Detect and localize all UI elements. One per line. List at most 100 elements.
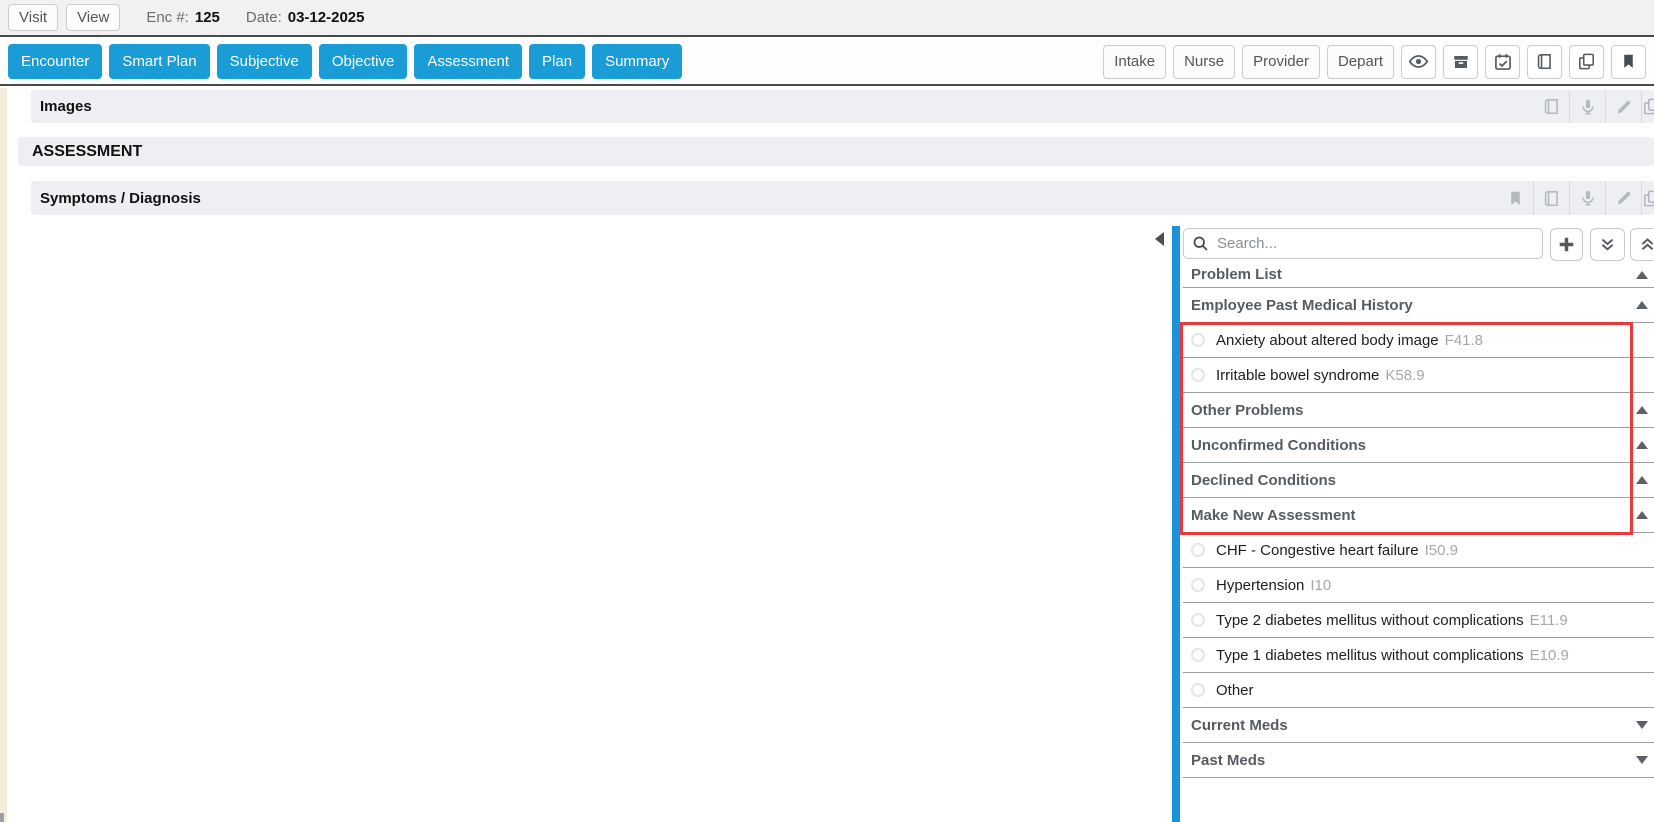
- diagnosis-label: CHF - Congestive heart failure: [1216, 542, 1419, 559]
- archive-icon: [1452, 53, 1470, 71]
- problem-list: Problem List Employee Past Medical Histor…: [1183, 262, 1654, 778]
- list-item-type-2-diabetes-mellitus-without-complications[interactable]: Type 2 diabetes mellitus without complic…: [1183, 603, 1654, 638]
- bookmark-icon[interactable]: [1497, 181, 1533, 215]
- copy-icon: [1577, 52, 1596, 71]
- bookmark-icon-button[interactable]: [1611, 45, 1646, 79]
- list-item-chf-congestive-heart-failure[interactable]: CHF - Congestive heart failure I50.9: [1183, 533, 1654, 568]
- collapse-arrow-up-icon[interactable]: [1636, 301, 1648, 309]
- icd-code: K58.9: [1385, 367, 1424, 384]
- expand-all-button[interactable]: [1630, 228, 1654, 261]
- diagnosis-label: Other: [1216, 682, 1254, 699]
- list-header-current-meds[interactable]: Current Meds: [1183, 708, 1654, 743]
- list-header-make-new-assessment[interactable]: Make New Assessment: [1183, 498, 1654, 533]
- collapse-arrow-down-icon[interactable]: [1636, 756, 1648, 764]
- calendar-check-icon: [1493, 52, 1513, 72]
- copy-icon-button[interactable]: [1569, 45, 1604, 79]
- bookmark-icon: [1620, 53, 1637, 70]
- radio-unselected[interactable]: [1191, 368, 1205, 382]
- section-header-label: Make New Assessment: [1191, 507, 1356, 524]
- list-header-problem-list[interactable]: Problem List: [1183, 262, 1654, 288]
- panel-content: Problem List Employee Past Medical Histor…: [1183, 226, 1654, 822]
- diagnosis-picker-panel: Problem List Employee Past Medical Histor…: [1172, 226, 1654, 822]
- book-icon: [1535, 52, 1554, 71]
- list-item-type-1-diabetes-mellitus-without-complications[interactable]: Type 1 diabetes mellitus without complic…: [1183, 638, 1654, 673]
- symptoms-diagnosis-title: Symptoms / Diagnosis: [40, 190, 201, 207]
- nav-tab-summary[interactable]: Summary: [592, 44, 682, 79]
- section-header-label: Current Meds: [1191, 717, 1288, 734]
- enc-number-value: 125: [195, 9, 220, 26]
- nav-tab-encounter[interactable]: Encounter: [8, 44, 102, 79]
- calendar-check-icon-button[interactable]: [1485, 45, 1520, 79]
- collapse-arrow-up-icon[interactable]: [1636, 406, 1648, 414]
- radio-unselected[interactable]: [1191, 333, 1205, 347]
- nav-tab-plan[interactable]: Plan: [529, 44, 585, 79]
- radio-unselected[interactable]: [1191, 613, 1205, 627]
- section-header-label: Problem List: [1191, 266, 1282, 283]
- collapse-all-button[interactable]: [1590, 228, 1625, 261]
- search-box: [1183, 228, 1543, 259]
- list-header-employee-past-medical-history[interactable]: Employee Past Medical History: [1183, 288, 1654, 323]
- stage-button-group: IntakeNurseProviderDepart: [1103, 45, 1646, 79]
- radio-unselected[interactable]: [1191, 648, 1205, 662]
- list-item-irritable-bowel-syndrome[interactable]: Irritable bowel syndrome K58.9: [1183, 358, 1654, 393]
- collapse-arrow-down-icon[interactable]: [1636, 721, 1648, 729]
- collapse-arrow-up-icon[interactable]: [1636, 271, 1648, 279]
- panel-collapse-handle[interactable]: [1155, 232, 1164, 246]
- microphone-icon[interactable]: [1569, 181, 1605, 215]
- provider-stage-button[interactable]: Provider: [1242, 45, 1320, 79]
- diagnosis-label: Type 1 diabetes mellitus without complic…: [1216, 647, 1524, 664]
- nav-tab-objective[interactable]: Objective: [319, 44, 408, 79]
- collapse-arrow-up-icon[interactable]: [1636, 441, 1648, 449]
- archive-icon-button[interactable]: [1443, 45, 1478, 79]
- assessment-section-bar[interactable]: ASSESSMENT: [18, 137, 1654, 166]
- add-problem-button[interactable]: [1550, 228, 1583, 261]
- nav-tab-subjective[interactable]: Subjective: [217, 44, 312, 79]
- diagnosis-label: Irritable bowel syndrome: [1216, 367, 1379, 384]
- images-section-title: Images: [40, 98, 92, 115]
- icd-code: E11.9: [1530, 612, 1568, 629]
- section-header-label: Declined Conditions: [1191, 472, 1336, 489]
- microphone-icon[interactable]: [1569, 90, 1605, 123]
- list-header-past-meds[interactable]: Past Meds: [1183, 743, 1654, 778]
- list-header-other-problems[interactable]: Other Problems: [1183, 393, 1654, 428]
- enc-number-label: Enc #:: [146, 9, 189, 26]
- visit-button[interactable]: Visit: [8, 4, 58, 31]
- list-header-declined-conditions[interactable]: Declined Conditions: [1183, 463, 1654, 498]
- depart-stage-button[interactable]: Depart: [1327, 45, 1394, 79]
- book-icon[interactable]: [1533, 181, 1569, 215]
- diagnosis-label: Type 2 diabetes mellitus without complic…: [1216, 612, 1524, 629]
- assessment-section-title: ASSESSMENT: [32, 143, 142, 161]
- section-header-label: Past Meds: [1191, 752, 1265, 769]
- symptoms-diagnosis-section-bar[interactable]: Symptoms / Diagnosis: [31, 181, 1654, 215]
- eye-icon-button[interactable]: [1401, 45, 1436, 79]
- collapse-arrow-up-icon[interactable]: [1636, 476, 1648, 484]
- icd-code: I50.9: [1425, 542, 1458, 559]
- nav-tab-assessment[interactable]: Assessment: [414, 44, 522, 79]
- list-item-anxiety-about-altered-body-image[interactable]: Anxiety about altered body imageF41.8: [1183, 323, 1654, 358]
- search-input[interactable]: [1183, 228, 1543, 259]
- copy-icon-clipped[interactable]: [1641, 90, 1654, 123]
- images-section-bar[interactable]: Images: [31, 90, 1654, 123]
- section-header-label: Unconfirmed Conditions: [1191, 437, 1366, 454]
- section-header-label: Employee Past Medical History: [1191, 297, 1413, 314]
- icd-code: E10.9: [1530, 647, 1569, 664]
- nurse-stage-button[interactable]: Nurse: [1173, 45, 1235, 79]
- view-button[interactable]: View: [66, 4, 120, 31]
- intake-stage-button[interactable]: Intake: [1103, 45, 1166, 79]
- list-item-other[interactable]: Other: [1183, 673, 1654, 708]
- copy-icon-clipped[interactable]: [1641, 181, 1654, 215]
- top-bar: Visit View Enc #: 125 Date: 03-12-2025: [0, 0, 1654, 37]
- pencil-icon[interactable]: [1605, 90, 1641, 123]
- radio-unselected[interactable]: [1191, 578, 1205, 592]
- radio-unselected[interactable]: [1191, 683, 1205, 697]
- book-icon-button[interactable]: [1527, 45, 1562, 79]
- nav-button-group: EncounterSmart PlanSubjectiveObjectiveAs…: [8, 44, 682, 79]
- radio-unselected[interactable]: [1191, 543, 1205, 557]
- diagnosis-label: Hypertension: [1216, 577, 1304, 594]
- book-icon[interactable]: [1533, 90, 1569, 123]
- collapse-arrow-up-icon[interactable]: [1636, 511, 1648, 519]
- pencil-icon[interactable]: [1605, 181, 1641, 215]
- nav-tab-smart-plan[interactable]: Smart Plan: [109, 44, 209, 79]
- list-item-hypertension[interactable]: HypertensionI10: [1183, 568, 1654, 603]
- list-header-unconfirmed-conditions[interactable]: Unconfirmed Conditions: [1183, 428, 1654, 463]
